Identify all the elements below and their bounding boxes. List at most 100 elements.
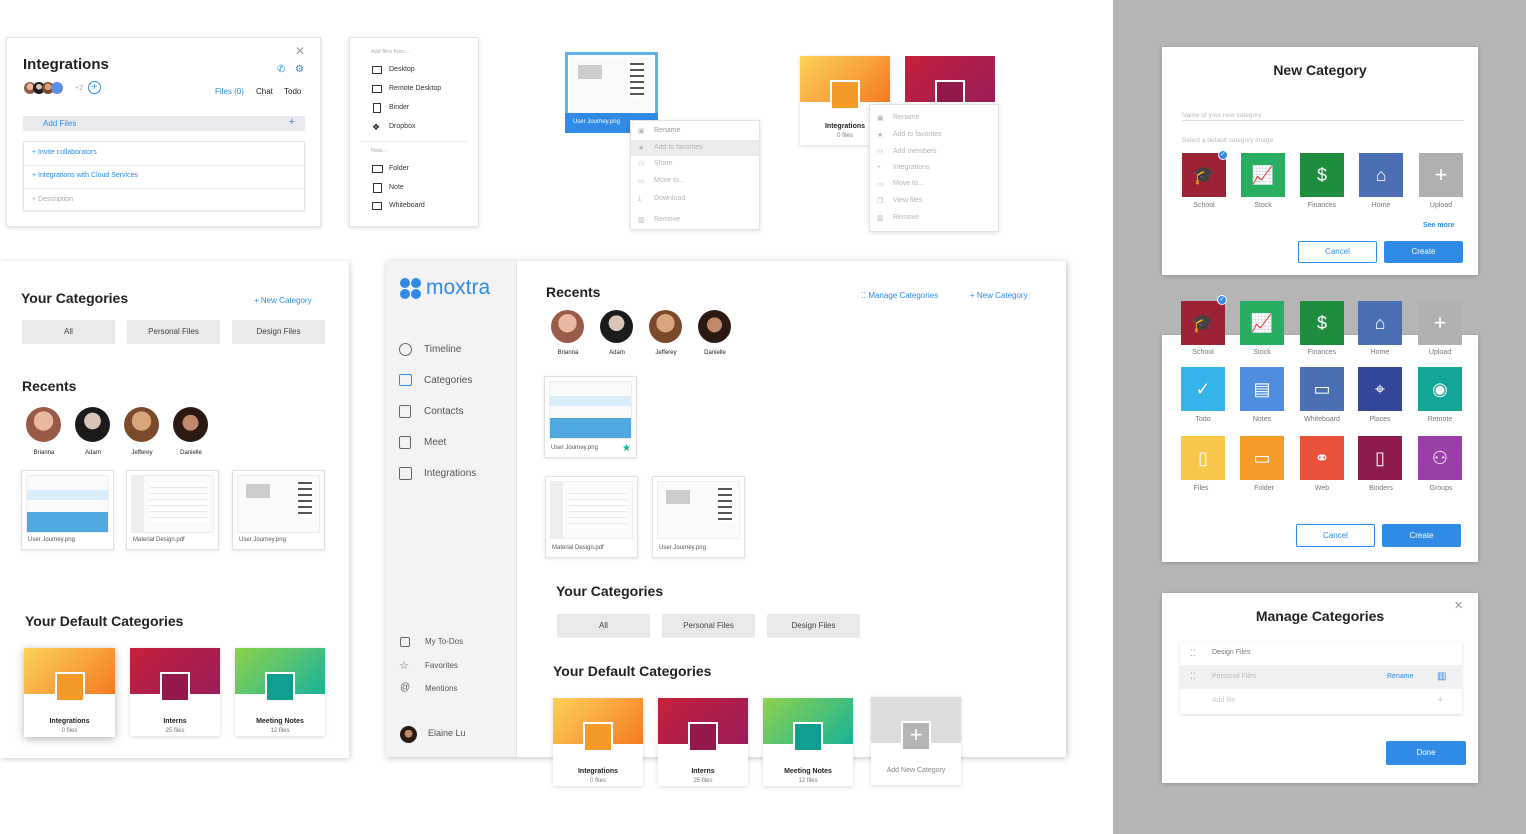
category-card-integrations[interactable]: Integrations 0 files — [24, 648, 115, 737]
file-card[interactable]: User Journey.png — [21, 470, 114, 550]
menu-item-download[interactable]: Download — [654, 195, 685, 202]
whiteboard-option[interactable]: ▭ — [1300, 367, 1344, 411]
invite-collaborators-link[interactable]: + Invite collaborators — [32, 149, 97, 156]
cancel-button[interactable]: Cancel — [1296, 524, 1375, 547]
finances-option[interactable]: $ — [1300, 301, 1344, 345]
menu-item-binder[interactable]: Binder — [389, 104, 409, 111]
drag-handle-icon[interactable]: ⁚⁚ — [1190, 671, 1196, 682]
avatar-adam[interactable] — [75, 407, 110, 442]
upload-option[interactable]: + — [1419, 153, 1463, 197]
category-card-interns[interactable]: Interns 25 files — [130, 648, 220, 736]
category-card-meeting-notes[interactable]: Meeting Notes 12 files — [763, 698, 853, 786]
file-card[interactable]: Material Design.pdf — [545, 476, 638, 558]
add-new-category-card[interactable]: + Add New Category — [871, 697, 961, 785]
menu-item-remove[interactable]: Remove — [654, 216, 680, 223]
menu-item-whiteboard[interactable]: Whiteboard — [389, 202, 425, 209]
add-member-icon[interactable]: + — [88, 81, 101, 94]
description-field[interactable]: + Description — [32, 196, 73, 203]
menu-item-rename[interactable]: Rename — [654, 127, 680, 134]
web-option[interactable]: ⚭ — [1300, 436, 1344, 480]
menu-item-folder[interactable]: Folder — [389, 165, 409, 172]
stock-option[interactable]: 📈 — [1241, 153, 1285, 197]
create-button[interactable]: Create — [1382, 524, 1461, 547]
file-card[interactable]: User Journey.png — [652, 476, 745, 558]
star-icon[interactable]: ★ — [622, 443, 631, 454]
filter-all[interactable]: All — [22, 320, 115, 344]
nav-timeline[interactable]: Timeline — [424, 344, 461, 355]
manage-categories-link[interactable]: ⁚⁚ Manage Categories — [861, 291, 938, 300]
tab-chat[interactable]: Chat — [256, 87, 273, 96]
menu-item-remote-desktop[interactable]: Remote Desktop — [389, 85, 441, 92]
filter-design-files[interactable]: Design Files — [232, 320, 325, 344]
filter-design-files[interactable]: Design Files — [767, 614, 860, 638]
school-option[interactable]: 🎓 — [1181, 301, 1225, 345]
user-avatar[interactable] — [400, 726, 417, 743]
menu-item-integrations[interactable]: Integrations — [893, 164, 930, 171]
avatar-jefferey[interactable] — [649, 310, 682, 343]
add-file-input[interactable]: Add file — [1212, 697, 1235, 704]
tab-files[interactable]: Files (0) — [215, 87, 244, 96]
new-category-link[interactable]: + New Category — [970, 291, 1028, 300]
groups-option[interactable]: ⚇ — [1418, 436, 1462, 480]
category-card-meeting-notes[interactable]: Meeting Notes 12 files — [235, 648, 325, 736]
home-option[interactable]: ⌂ — [1358, 301, 1402, 345]
category-card-integrations[interactable]: Integrations 0 files — [553, 698, 643, 786]
stock-option[interactable]: 📈 — [1240, 301, 1284, 345]
files-option[interactable]: ▯ — [1181, 436, 1225, 480]
file-card[interactable]: User Journey.png ★ — [544, 376, 637, 458]
close-icon[interactable]: ✕ — [295, 44, 305, 58]
places-option[interactable]: ⌖ — [1358, 367, 1402, 411]
nav-my-todos[interactable]: My To-Dos — [425, 637, 463, 646]
category-card-interns[interactable]: Interns 25 files — [658, 698, 748, 786]
trash-icon[interactable]: ▥ — [1437, 671, 1446, 682]
nav-categories[interactable]: Categories — [424, 375, 472, 386]
tab-todo[interactable]: Todo — [284, 87, 301, 96]
upload-option[interactable]: + — [1418, 301, 1462, 345]
add-files-button[interactable]: Add Files + — [23, 116, 305, 131]
category-card-interns[interactable] — [905, 56, 995, 102]
finances-option[interactable]: $ — [1300, 153, 1344, 197]
avatar-brianna[interactable] — [26, 407, 61, 442]
avatar-brianna[interactable] — [551, 310, 584, 343]
rename-link[interactable]: Rename — [1387, 673, 1413, 680]
plus-icon[interactable]: + — [1437, 694, 1443, 706]
filter-personal-files[interactable]: Personal Files — [127, 320, 220, 344]
home-option[interactable]: ⌂ — [1359, 153, 1403, 197]
done-button[interactable]: Done — [1386, 741, 1466, 765]
nav-integrations[interactable]: Integrations — [424, 468, 476, 479]
remote-option[interactable]: ◉ — [1418, 367, 1462, 411]
nav-contacts[interactable]: Contacts — [424, 406, 463, 417]
todo-option[interactable]: ✓ — [1181, 367, 1225, 411]
menu-item-rename[interactable]: Rename — [893, 114, 919, 121]
menu-item-note[interactable]: Note — [389, 184, 404, 191]
menu-item-move-to[interactable]: Move to... — [654, 177, 685, 184]
new-category-link[interactable]: + New Category — [254, 296, 312, 305]
avatar-jefferey[interactable] — [124, 407, 159, 442]
nav-meet[interactable]: Meet — [424, 437, 446, 448]
phone-icon[interactable]: ✆ — [277, 64, 285, 75]
menu-item-add-members[interactable]: Add members — [893, 148, 937, 155]
gear-icon[interactable]: ⚙ — [295, 64, 304, 75]
avatar-danielle[interactable] — [173, 407, 208, 442]
avatar-danielle[interactable] — [698, 310, 731, 343]
file-card[interactable]: User Journey.png — [232, 470, 325, 550]
menu-item-desktop[interactable]: Desktop — [389, 66, 415, 73]
menu-item-add-to-favorites[interactable]: Add to favorites — [893, 131, 942, 138]
menu-item-dropbox[interactable]: Dropbox — [389, 123, 415, 130]
menu-item-share[interactable]: Share — [654, 160, 673, 167]
filter-all[interactable]: All — [557, 614, 650, 638]
menu-item-view-files[interactable]: View files — [893, 197, 922, 204]
school-option[interactable]: 🎓 — [1182, 153, 1226, 197]
folder-option[interactable]: ▭ — [1240, 436, 1284, 480]
close-icon[interactable]: ✕ — [1454, 599, 1463, 612]
nav-mentions[interactable]: Mentions — [425, 684, 457, 693]
create-button[interactable]: Create — [1384, 241, 1463, 263]
notes-option[interactable]: ▤ — [1240, 367, 1284, 411]
file-card[interactable]: Material Design.pdf — [126, 470, 219, 550]
avatar-adam[interactable] — [600, 310, 633, 343]
user-name[interactable]: Elaine Lu — [428, 728, 466, 738]
menu-item-add-to-favorites[interactable]: Add to favorites — [654, 144, 703, 151]
cancel-button[interactable]: Cancel — [1298, 241, 1377, 263]
filter-personal-files[interactable]: Personal Files — [662, 614, 755, 638]
drag-handle-icon[interactable]: ⁚⁚ — [1190, 648, 1196, 659]
